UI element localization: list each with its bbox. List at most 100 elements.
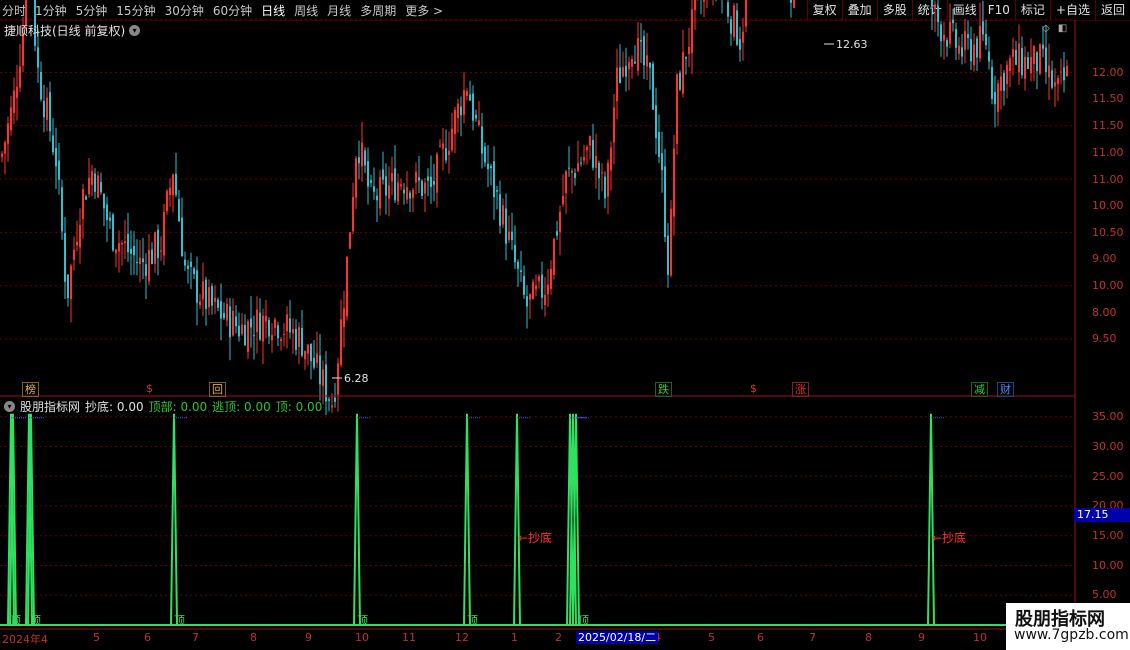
x-axis-label: 10 — [973, 631, 987, 644]
indicator-header: ▾ 股朋指标网 抄底: 0.00 顶部: 0.00 逃顶: 0.00 顶: 0.… — [4, 398, 322, 415]
candle-body — [73, 250, 75, 260]
candle-body — [1015, 49, 1017, 65]
candle-body — [61, 187, 63, 232]
candle-body — [340, 319, 342, 366]
candle-body — [568, 167, 570, 169]
event-marker[interactable]: 跌 — [655, 382, 672, 397]
candle-body — [1057, 78, 1059, 84]
candle-body — [208, 287, 210, 308]
chevron-down-icon[interactable]: ▾ — [4, 401, 15, 412]
candle-body — [148, 249, 150, 282]
candle-body — [961, 47, 963, 57]
candle-body — [409, 192, 411, 199]
candle-body — [298, 327, 300, 348]
candle-body — [421, 180, 423, 196]
candle-body — [1027, 57, 1029, 69]
candle-body — [127, 233, 129, 253]
candle-body — [1054, 82, 1056, 87]
candle-body — [157, 229, 159, 259]
bottom-signal-label: ←抄底 — [518, 531, 553, 545]
top-signal-label: 顶 — [467, 614, 478, 627]
candle-body — [448, 150, 450, 155]
candle-body — [442, 143, 444, 149]
candle-body — [352, 197, 354, 232]
event-marker[interactable]: $ — [748, 382, 759, 395]
event-marker[interactable]: 财 — [997, 382, 1014, 397]
candle-body — [484, 146, 486, 163]
candle-body — [538, 276, 540, 282]
candle-body — [1051, 70, 1053, 88]
high-price-label: 12.63 — [836, 38, 868, 51]
candle-body — [742, 31, 744, 43]
candle-body — [1, 153, 3, 157]
candle-body — [43, 100, 45, 118]
candle-body — [130, 248, 132, 254]
candle-body — [487, 163, 489, 170]
candle-body — [631, 59, 633, 67]
candle-body — [250, 318, 252, 328]
candle-body — [454, 110, 456, 135]
candle-body — [187, 265, 189, 269]
x-axis-label: 5 — [708, 631, 715, 644]
indicator-name[interactable]: 股朋指标网 — [20, 398, 80, 415]
candle-body — [580, 162, 582, 164]
readout-bottom-fishing: 抄底: 0.00 — [85, 400, 144, 414]
candle-body — [529, 294, 531, 300]
candle-body — [946, 40, 948, 47]
candle-body — [535, 285, 537, 290]
candle-body — [562, 195, 564, 205]
event-marker[interactable]: 榜 — [22, 382, 39, 397]
candle-body — [556, 231, 558, 236]
candle-body — [217, 299, 219, 308]
candle-body — [412, 189, 414, 199]
x-axis-label: 8 — [250, 631, 257, 644]
chevron-down-icon[interactable]: ▾ — [129, 25, 141, 36]
y-tick: 9.00 — [1092, 252, 1117, 265]
candle-body — [193, 268, 195, 274]
y-tick: 11.00 — [1092, 146, 1124, 159]
candle-body — [988, 51, 990, 62]
indicator-spike — [170, 413, 178, 626]
window-buttons: ◇ ◧ — [1042, 23, 1067, 34]
candle-body — [598, 162, 600, 179]
event-marker[interactable]: 涨 — [792, 382, 809, 397]
candle-body — [316, 353, 318, 363]
y-tick: 12.00 — [1092, 66, 1124, 79]
candle-body — [223, 312, 225, 319]
event-marker[interactable]: 回 — [209, 382, 226, 397]
candle-body — [400, 184, 402, 187]
maximize-icon[interactable]: ◧ — [1058, 23, 1067, 34]
candle-body — [571, 170, 573, 173]
candle-body — [427, 176, 429, 181]
candle-body — [211, 286, 213, 306]
candle-body — [151, 249, 153, 264]
chart-canvas[interactable] — [0, 0, 1130, 650]
current-value-box: 17.15 — [1074, 508, 1130, 522]
candle-body — [55, 147, 57, 167]
candle-body — [1009, 58, 1011, 72]
candle-body — [967, 34, 969, 39]
candle-body — [685, 56, 687, 59]
candle-body — [682, 52, 684, 94]
candle-body — [394, 168, 396, 201]
candle-body — [67, 274, 69, 299]
candle-body — [673, 148, 675, 217]
x-axis-label: 5 — [93, 631, 100, 644]
x-axis-label: 2024年4 — [2, 633, 48, 646]
indicator-spike — [353, 413, 361, 626]
x-axis-label: 2 — [555, 631, 562, 644]
candle-body — [292, 329, 294, 334]
event-marker[interactable]: $ — [144, 382, 155, 395]
stock-title: 捷顺科技(日线 前复权) — [4, 24, 126, 38]
x-axis-label: 9 — [305, 631, 312, 644]
diamond-icon[interactable]: ◇ — [1042, 23, 1050, 34]
event-marker[interactable]: 减 — [971, 382, 988, 397]
candle-body — [469, 94, 471, 101]
candle-body — [499, 194, 501, 226]
candle-body — [1033, 45, 1035, 64]
candle-body — [91, 171, 93, 185]
candle-body — [220, 301, 222, 319]
candle-body — [199, 301, 201, 306]
candle-body — [124, 241, 126, 244]
candle-body — [517, 261, 519, 269]
